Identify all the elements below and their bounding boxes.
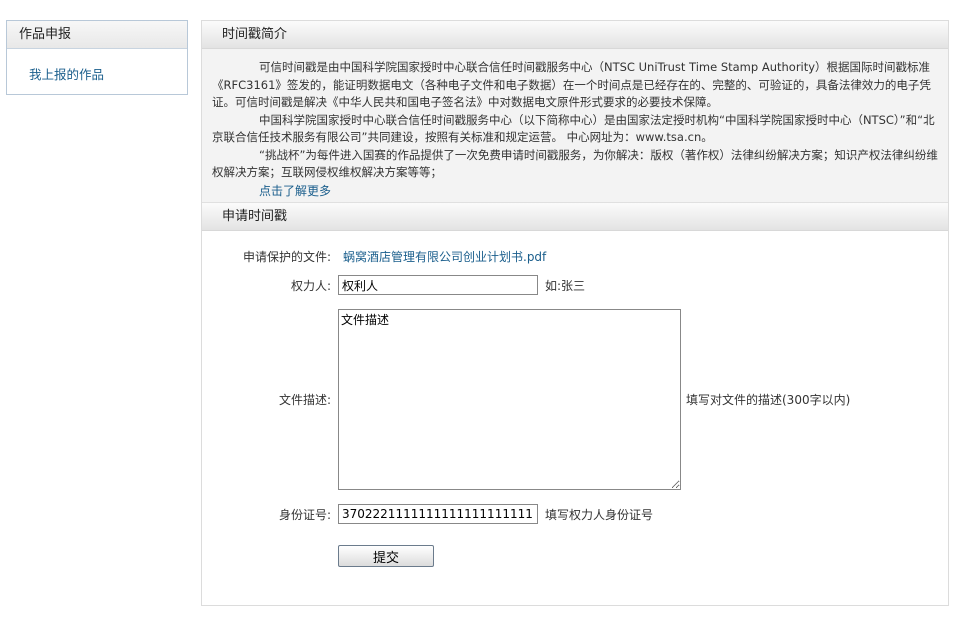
sidebar: 作品申报 我上报的作品 <box>6 20 188 95</box>
id-number-input[interactable] <box>338 504 538 524</box>
intro-section: 可信时间戳是由中国科学院国家授时中心联合信任时间戳服务中心（NTSC UniTr… <box>202 49 948 203</box>
apply-form: 申请保护的文件: 蜗窝酒店管理有限公司创业计划书.pdf 权力人: 如:张三 文… <box>202 231 948 611</box>
intro-section-title: 时间戳简介 <box>202 21 948 49</box>
apply-section-title: 申请时间戳 <box>202 203 948 231</box>
description-textarea[interactable]: 文件描述 <box>338 309 681 490</box>
file-name-link[interactable]: 蜗窝酒店管理有限公司创业计划书.pdf <box>343 248 546 265</box>
main-panel: 时间戳简介 可信时间戳是由中国科学院国家授时中心联合信任时间戳服务中心（NTSC… <box>201 20 949 606</box>
id-number-hint: 填写权力人身份证号 <box>545 508 654 522</box>
sidebar-title: 作品申报 <box>7 21 187 49</box>
id-number-label: 身份证号: <box>278 508 331 522</box>
intro-paragraph-3: “挑战杯”为每件进入国赛的作品提供了一次免费申请时间戳服务，为你解决：版权（著作… <box>212 147 938 180</box>
owner-input[interactable] <box>338 275 538 295</box>
owner-label: 权力人: <box>290 279 331 293</box>
file-label: 申请保护的文件: <box>242 250 331 264</box>
intro-paragraph-2: 中国科学院国家授时中心联合信任时间戳服务中心（以下简称中心）是由国家法定授时机构… <box>212 112 935 145</box>
sidebar-item-my-works[interactable]: 我上报的作品 <box>29 64 187 83</box>
owner-hint: 如:张三 <box>545 279 586 293</box>
intro-paragraph-1: 可信时间戳是由中国科学院国家授时中心联合信任时间戳服务中心（NTSC UniTr… <box>212 60 931 109</box>
description-label: 文件描述: <box>278 393 331 407</box>
description-hint: 填写对文件的描述(300字以内) <box>686 393 851 407</box>
submit-button[interactable]: 提交 <box>338 545 434 567</box>
learn-more-link[interactable]: 点击了解更多 <box>259 182 938 200</box>
